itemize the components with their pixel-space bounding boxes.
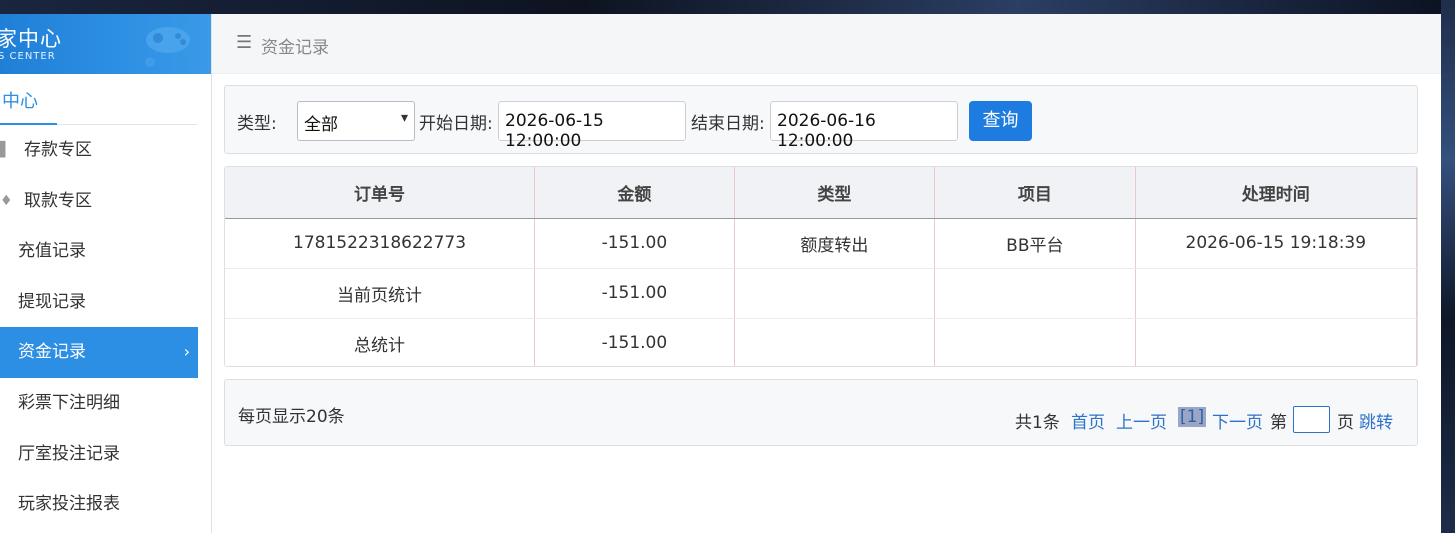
type-label: 类型:: [237, 114, 277, 134]
table-row-page-summary: 当前页统计 -151.00: [225, 268, 1417, 319]
brand-title: 家中心: [0, 27, 62, 51]
total-count: 共1条: [1015, 413, 1060, 433]
page-title: 资金记录: [261, 38, 329, 58]
start-date-label: 开始日期:: [419, 114, 493, 134]
query-button[interactable]: 查询: [969, 101, 1032, 141]
bullet-icon: ▌: [0, 142, 11, 158]
current-page[interactable]: [1]: [1178, 407, 1207, 427]
sidebar-item-deposit[interactable]: ▌ 存款专区: [0, 125, 198, 176]
main-content: ☰ 资金记录 类型: 全部 ▾ 开始日期: 2026-06-15 12:00:0…: [212, 14, 1441, 533]
column-header-order-no[interactable]: 订单号: [225, 167, 536, 219]
cell-summary-label: 当前页统计: [225, 268, 536, 319]
per-page-text: 每页显示20条: [238, 407, 345, 427]
cell-empty: [734, 268, 936, 319]
type-select[interactable]: 全部 ▾: [297, 101, 415, 141]
sidebar-item-lottery-bets[interactable]: 彩票下注明细: [0, 378, 198, 429]
cell-time: 2026-06-15 19:18:39: [1135, 218, 1417, 269]
end-date-label: 结束日期:: [691, 114, 765, 134]
next-page-link[interactable]: 下一页: [1212, 408, 1263, 433]
sidebar-item-hall-bets[interactable]: 厅室投注记录: [0, 429, 198, 480]
column-header-time[interactable]: 处理时间: [1135, 167, 1417, 219]
type-select-value: 全部: [304, 115, 338, 135]
background-right-strip: [1441, 0, 1455, 533]
end-date-input[interactable]: 2026-06-16 12:00:00: [770, 101, 958, 151]
column-header-amount[interactable]: 金额: [534, 167, 735, 219]
start-date-input[interactable]: 2026-06-15 12:00:00: [498, 101, 686, 151]
cell-empty: [734, 318, 936, 366]
sidebar-item-label: 资金记录: [18, 342, 86, 363]
cell-empty: [934, 268, 1136, 319]
sidebar-item-label: 存款专区: [24, 140, 92, 160]
hamburger-icon[interactable]: ☰: [236, 32, 252, 53]
column-header-item[interactable]: 项目: [934, 167, 1136, 219]
sidebar-item-fund-records[interactable]: 资金记录 ›: [0, 327, 198, 378]
cell-order-no: 1781522318622773: [225, 218, 536, 269]
jump-link[interactable]: 跳转: [1359, 408, 1393, 433]
sidebar-item-label: 厅室投注记录: [18, 443, 120, 464]
pagination-bar: 每页显示20条 共1条 首页 上一页 [1] 下一页 第 页 跳转: [224, 379, 1418, 446]
goto-suffix: 页: [1337, 413, 1354, 433]
records-table: 订单号 金额 类型 项目 处理时间 1781522318622773 -151.…: [224, 166, 1418, 367]
brand-banner: 家中心 S CENTER: [0, 14, 211, 74]
background-top-strip: [0, 0, 1455, 14]
table-row-total-summary: 总统计 -151.00: [225, 318, 1417, 366]
bullet-icon: ♦: [0, 192, 13, 209]
sidebar: 家中心 S CENTER 中心 ▌ 存款专区 ♦ 取款专区 充值记录 提现记录 …: [0, 14, 212, 533]
sidebar-item-player-report[interactable]: 玩家投注报表: [0, 479, 198, 530]
sidebar-item-recharge-records[interactable]: 充值记录: [0, 226, 198, 277]
topbar: ☰ 资金记录: [212, 14, 1441, 74]
cell-item: BB平台: [934, 218, 1136, 269]
sidebar-item-label: 彩票下注明细: [18, 392, 120, 413]
sidebar-item-withdrawal-records[interactable]: 提现记录: [0, 277, 198, 328]
cell-empty: [1135, 318, 1417, 366]
prev-page-link[interactable]: 上一页: [1116, 408, 1167, 433]
gamepad-icon: [145, 27, 190, 67]
sidebar-item-label: 玩家投注报表: [18, 494, 120, 515]
cell-amount: -151.00: [534, 218, 735, 269]
sidebar-item-label: 取款专区: [24, 190, 92, 211]
sidebar-header: 中心: [0, 74, 197, 125]
cell-empty: [934, 318, 1136, 366]
filter-bar: 类型: 全部 ▾ 开始日期: 2026-06-15 12:00:00 结束日期:…: [224, 85, 1418, 154]
first-page-link[interactable]: 首页: [1071, 408, 1105, 433]
page-number-input[interactable]: [1293, 406, 1330, 433]
sidebar-item-label: 充值记录: [18, 241, 86, 262]
goto-prefix: 第: [1270, 413, 1287, 433]
sidebar-item-label: 提现记录: [18, 291, 86, 312]
sidebar-header-label: 中心: [2, 91, 38, 112]
cell-summary-amount: -151.00: [534, 268, 735, 319]
cell-total-amount: -151.00: [534, 318, 735, 366]
cell-empty: [1135, 268, 1417, 319]
sidebar-item-withdraw[interactable]: ♦ 取款专区: [0, 176, 198, 227]
chevron-down-icon: ▾: [400, 110, 408, 126]
cell-type: 额度转出: [734, 218, 936, 269]
cell-total-label: 总统计: [225, 318, 536, 366]
column-header-type[interactable]: 类型: [734, 167, 936, 219]
chevron-right-icon: ›: [183, 342, 190, 362]
table-row: 1781522318622773 -151.00 额度转出 BB平台 2026-…: [225, 218, 1417, 269]
table-header-row: 订单号 金额 类型 项目 处理时间: [225, 167, 1417, 219]
brand-subtitle: S CENTER: [0, 51, 56, 62]
